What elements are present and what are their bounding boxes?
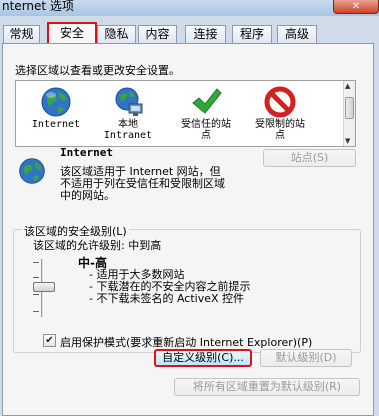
- slider-tick: [33, 294, 39, 295]
- slider-tick: [33, 262, 39, 263]
- zone-local-intranet[interactable]: 本地 Intranet: [90, 85, 166, 141]
- zone-instruction: 选择区域以查看或更改安全设置。: [15, 64, 180, 77]
- slider-tick: [33, 311, 39, 312]
- selected-zone-globe-icon: [17, 156, 47, 186]
- prohibited-icon: [263, 85, 297, 119]
- tab-label: 隐私: [104, 27, 129, 41]
- intranet-globe-icon: [111, 85, 145, 119]
- tab-advanced[interactable]: 高级: [277, 25, 317, 44]
- window-title: nternet 选项: [2, 0, 74, 13]
- level-bullet: - 不下载未签名的 ActiveX 控件: [89, 292, 245, 305]
- tab-security[interactable]: 安全: [47, 22, 97, 44]
- selected-zone-description: 该区域适用于 Internet 网站，但 不适用于列在受信任和受限制区域 中的网…: [60, 166, 225, 202]
- tab-label: 内容: [145, 27, 170, 41]
- zone-list: Internet 本地 Intranet 受信任的站 点 受限制的站 点 ▲ ▼: [15, 80, 356, 147]
- allowed-levels-text: 该区域的允许级别: 中到高: [33, 239, 162, 252]
- reset-all-zones-button[interactable]: 将所有区域重置为默认级别(R): [174, 378, 360, 396]
- title-bar: nternet 选项 ✕: [0, 0, 379, 16]
- tab-label: 高级: [284, 27, 309, 41]
- zone-label: Intranet: [103, 130, 153, 141]
- tab-label: 连接: [193, 27, 218, 41]
- description-line: 中的网站。: [60, 189, 115, 202]
- scroll-down-icon[interactable]: ▼: [345, 137, 350, 145]
- zone-label: 本地: [118, 119, 138, 130]
- selected-zone-name: Internet: [60, 146, 113, 159]
- default-level-button[interactable]: 默认级别(D): [260, 349, 352, 367]
- close-icon: ✕: [351, 1, 361, 12]
- zone-label: 受限制的站: [255, 119, 305, 130]
- protected-mode-label: 启用保护模式(要求重新启动 Internet Explorer)(P): [60, 336, 313, 349]
- checkmark-icon: [189, 85, 223, 119]
- level-bullets: - 适用于大多数网站 - 下载潜在的不安全内容之前提示 - 不下载未签名的 Ac…: [89, 269, 250, 305]
- scrollbar-thumb[interactable]: [345, 97, 354, 119]
- tab-label: 常规: [9, 27, 34, 41]
- tab-label: 安全: [59, 26, 84, 40]
- zone-list-scrollbar[interactable]: ▲ ▼: [343, 81, 355, 146]
- slider-tick: [33, 277, 39, 278]
- tab-programs[interactable]: 程序: [232, 25, 272, 44]
- close-button[interactable]: ✕: [333, 0, 379, 14]
- zone-label: 点: [201, 130, 211, 141]
- tab-connections[interactable]: 连接: [185, 25, 226, 44]
- sites-button[interactable]: 站点(S): [263, 149, 356, 167]
- tab-strip: 常规 安全 隐私 内容 连接 程序 高级: [0, 22, 379, 44]
- tab-privacy[interactable]: 隐私: [97, 25, 136, 44]
- zone-trusted-sites[interactable]: 受信任的站 点: [168, 85, 244, 141]
- globe-icon: [39, 85, 73, 119]
- tab-content[interactable]: 内容: [138, 25, 177, 44]
- protected-mode-checkbox[interactable]: ✔: [43, 334, 56, 347]
- zone-label: 受信任的站: [181, 119, 231, 130]
- security-panel: 选择区域以查看或更改安全设置。 Internet 本地 Intranet 受信任…: [2, 43, 374, 416]
- zone-restricted-sites[interactable]: 受限制的站 点: [242, 85, 318, 141]
- zone-label: 点: [275, 130, 285, 141]
- security-level-slider-thumb[interactable]: [33, 282, 55, 292]
- scroll-up-icon[interactable]: ▲: [345, 82, 350, 90]
- tab-general[interactable]: 常规: [3, 25, 40, 44]
- tab-label: 程序: [239, 27, 264, 41]
- zone-internet[interactable]: Internet: [18, 85, 94, 130]
- zone-label: Internet: [31, 119, 81, 130]
- custom-level-button[interactable]: 自定义级别(C)...: [154, 349, 252, 367]
